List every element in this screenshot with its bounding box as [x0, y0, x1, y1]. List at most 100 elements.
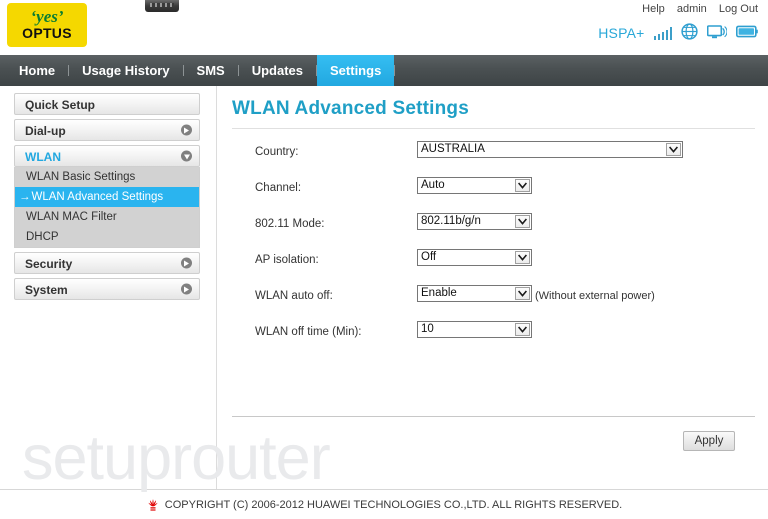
- sidebar-group-security: Security: [14, 252, 200, 274]
- channel-control: Auto: [417, 177, 532, 194]
- status-bar: HSPA+: [598, 23, 758, 43]
- nav-tab-settings[interactable]: Settings: [317, 55, 395, 86]
- page-title: WLAN Advanced Settings: [232, 98, 469, 119]
- mode-select[interactable]: 802.11b/g/n: [417, 213, 532, 230]
- optus-logo: ‘yes’ OPTUS: [7, 3, 87, 47]
- battery-icon: [736, 25, 758, 41]
- chevron-right-icon: [181, 257, 192, 269]
- page-header: ‘yes’ OPTUS Help admin Log Out HSPA+: [0, 0, 768, 55]
- sidebar-item-label: System: [25, 283, 68, 297]
- form-row-ap-isolation: AP isolation: Off: [217, 249, 768, 285]
- wlan-off-time-control: 10: [417, 321, 532, 338]
- sidebar-item-dial-up[interactable]: Dial-up: [14, 119, 200, 141]
- wlan-off-time-select[interactable]: 10: [417, 321, 532, 338]
- sidebar-item-system[interactable]: System: [14, 278, 200, 300]
- main-panel: WLAN Advanced Settings Country: AUSTRALI…: [217, 86, 768, 489]
- usb-connector-graphic: [145, 0, 179, 12]
- sidebar-subitem-label: WLAN Basic Settings: [26, 171, 136, 183]
- channel-select[interactable]: Auto: [417, 177, 532, 194]
- wlan-auto-off-select[interactable]: Enable: [417, 285, 532, 302]
- admin-link[interactable]: admin: [677, 3, 707, 15]
- mode-select-value: 802.11b/g/n: [421, 215, 481, 227]
- sidebar-group-dial-up: Dial-up: [14, 119, 200, 141]
- wlan-auto-off-select-value: Enable: [421, 287, 457, 299]
- form-row-wlan-off-time: WLAN off time (Min): 10: [217, 321, 768, 357]
- signal-strength-icon: [653, 26, 672, 40]
- sidebar-item-label: Dial-up: [25, 124, 66, 138]
- chevron-right-icon: [181, 283, 192, 295]
- chevron-right-icon: [181, 124, 192, 136]
- nav-tab-usage-history[interactable]: Usage History: [69, 55, 182, 86]
- chevron-down-icon: [515, 179, 530, 192]
- sidebar-item-quick-setup[interactable]: Quick Setup: [14, 93, 200, 115]
- form-row-wlan-auto-off: WLAN auto off: Enable (Without external …: [217, 285, 768, 321]
- ap-isolation-label: AP isolation:: [255, 254, 319, 266]
- wlan-off-time-select-value: 10: [421, 323, 434, 335]
- sidebar-menu: Quick Setup Dial-up WLAN WLAN Basic Sett…: [14, 93, 200, 304]
- apply-divider: [232, 416, 755, 417]
- logout-link[interactable]: Log Out: [719, 3, 758, 15]
- account-links: Help admin Log Out: [633, 3, 758, 15]
- sidebar-submenu-wlan: WLAN Basic Settings →WLAN Advanced Setti…: [14, 167, 200, 248]
- form-row-channel: Channel: Auto: [217, 177, 768, 213]
- sidebar-subitem-label: WLAN MAC Filter: [26, 211, 117, 223]
- sidebar-item-wlan[interactable]: WLAN: [14, 145, 200, 167]
- channel-select-value: Auto: [421, 179, 445, 191]
- sidebar-subitem-label: DHCP: [26, 231, 59, 243]
- nav-tab-sms[interactable]: SMS: [184, 55, 238, 86]
- chevron-down-icon: [666, 143, 681, 156]
- wifi-monitor-icon: [706, 24, 728, 43]
- nav-tab-home[interactable]: Home: [6, 55, 68, 86]
- footer-divider: [0, 489, 768, 490]
- title-divider: [232, 128, 755, 129]
- logo-optus-text: OPTUS: [22, 25, 72, 41]
- form-row-country: Country: AUSTRALIA: [217, 141, 768, 177]
- apply-button[interactable]: Apply: [683, 431, 735, 451]
- country-label: Country:: [255, 146, 299, 158]
- wlan-auto-off-note: (Without external power): [535, 290, 655, 302]
- ap-isolation-select[interactable]: Off: [417, 249, 532, 266]
- nav-tab-updates[interactable]: Updates: [239, 55, 316, 86]
- country-select-value: AUSTRALIA: [421, 143, 485, 155]
- sidebar-item-security[interactable]: Security: [14, 252, 200, 274]
- ap-isolation-select-value: Off: [421, 251, 437, 263]
- wlan-advanced-settings-form: Country: AUSTRALIA Channel: Auto 802.11 …: [217, 141, 768, 357]
- country-select[interactable]: AUSTRALIA: [417, 141, 683, 158]
- form-row-80211-mode: 802.11 Mode: 802.11b/g/n: [217, 213, 768, 249]
- network-type-label: HSPA+: [598, 25, 645, 41]
- ap-isolation-control: Off: [417, 249, 532, 266]
- country-control: AUSTRALIA: [417, 141, 683, 158]
- chevron-down-icon: [515, 215, 530, 228]
- sidebar-item-wlan-advanced-settings[interactable]: →WLAN Advanced Settings: [15, 187, 199, 207]
- logo-yes-text: ‘yes’: [30, 7, 64, 26]
- sidebar-item-dhcp[interactable]: DHCP: [15, 227, 199, 247]
- chevron-down-icon: [515, 287, 530, 300]
- chevron-down-icon: [181, 150, 192, 162]
- channel-label: Channel:: [255, 182, 302, 194]
- footer-content: COPYRIGHT (C) 2006-2012 HUAWEI TECHNOLOG…: [0, 498, 768, 512]
- nav-separator: [394, 65, 396, 76]
- chevron-down-icon: [515, 251, 530, 264]
- page-content: Quick Setup Dial-up WLAN WLAN Basic Sett…: [0, 86, 768, 493]
- mode-control: 802.11b/g/n: [417, 213, 532, 230]
- main-navigation: Home Usage History SMS Updates Settings: [0, 55, 768, 86]
- mode-label: 802.11 Mode:: [255, 218, 325, 230]
- wlan-off-time-label: WLAN off time (Min):: [255, 326, 362, 338]
- chevron-down-icon: [515, 323, 530, 336]
- sidebar-item-label: Quick Setup: [25, 98, 96, 112]
- wlan-auto-off-control: Enable: [417, 285, 532, 302]
- wlan-auto-off-label: WLAN auto off:: [255, 290, 333, 302]
- usb-pins: [150, 3, 174, 7]
- huawei-flower-logo-icon: [146, 498, 160, 512]
- sidebar-group-quick-setup: Quick Setup: [14, 93, 200, 115]
- sidebar-item-label: Security: [25, 257, 73, 271]
- help-link[interactable]: Help: [642, 3, 665, 15]
- page-footer: COPYRIGHT (C) 2006-2012 HUAWEI TECHNOLOG…: [0, 489, 768, 519]
- sidebar-item-wlan-basic-settings[interactable]: WLAN Basic Settings: [15, 167, 199, 187]
- globe-icon: [681, 23, 698, 43]
- active-arrow-icon: →: [19, 191, 31, 203]
- sidebar-group-system: System: [14, 278, 200, 300]
- sidebar-item-label: WLAN: [25, 150, 61, 164]
- sidebar-subitem-label: WLAN Advanced Settings: [31, 191, 164, 203]
- sidebar-item-wlan-mac-filter[interactable]: WLAN MAC Filter: [15, 207, 199, 227]
